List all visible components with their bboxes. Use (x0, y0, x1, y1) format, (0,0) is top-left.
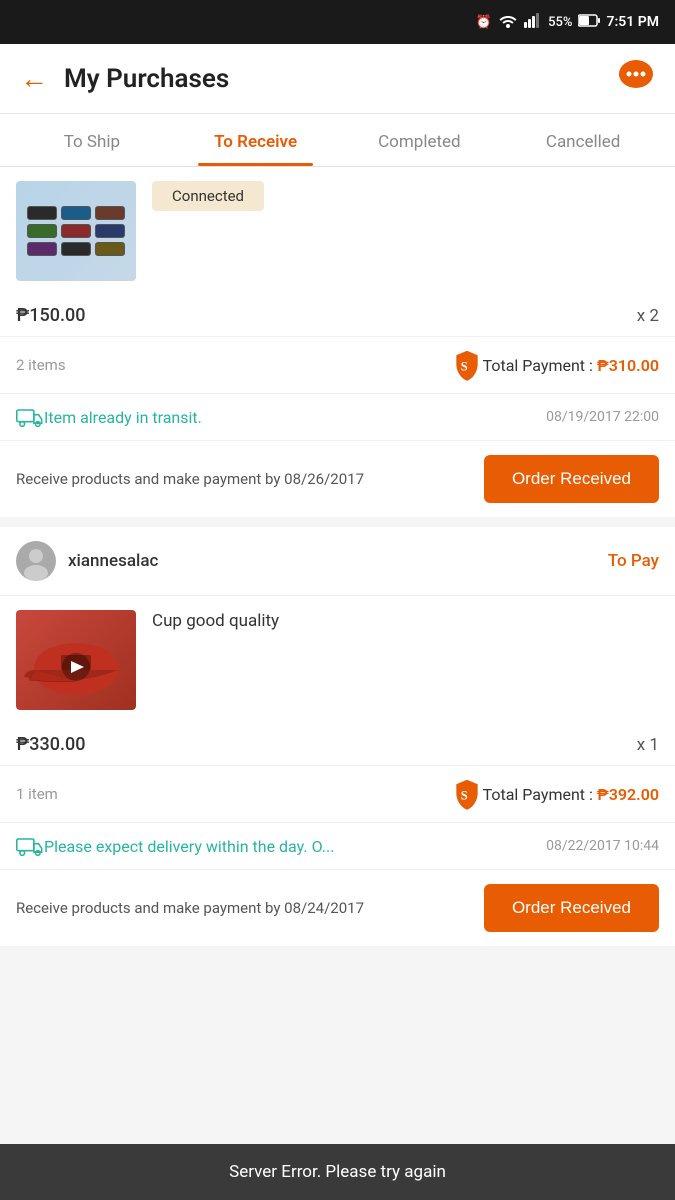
product-row-2: Cup good quality (0, 596, 675, 724)
svg-text:S: S (460, 788, 467, 802)
seller-name-2: xiannesalac (68, 551, 608, 571)
transit-date-2: 08/22/2017 10:44 (546, 838, 659, 854)
transit-text-2: Please expect delivery within the day. O… (44, 837, 546, 856)
tab-cancelled[interactable]: Cancelled (501, 114, 665, 166)
price-row-2: ₱330.00 x 1 (0, 724, 675, 765)
chat-button[interactable] (617, 58, 655, 100)
shopee-shield-1: S (451, 349, 483, 381)
price-row-1: ₱150.00 x 2 (0, 295, 675, 336)
total-payment-1: Total Payment : ₱310.00 (483, 356, 659, 375)
status-bar: ⏰ 55% 7:51 PM (0, 0, 675, 44)
total-payment-2: Total Payment : ₱392.00 (483, 785, 659, 804)
order-received-button-2[interactable]: Order Received (484, 884, 659, 932)
product-qty-1: x 2 (637, 306, 659, 326)
action-row-1: Receive products and make payment by 08/… (0, 440, 675, 517)
product-info-2: Cup good quality (152, 610, 659, 634)
transit-date-1: 08/19/2017 22:00 (546, 409, 659, 425)
truck-icon-1 (16, 406, 44, 428)
order-summary-1: 2 items S Total Payment : ₱310.00 (0, 336, 675, 393)
order-card-2: xiannesalac To Pay Cup good quality ₱330… (0, 527, 675, 946)
tab-to-receive[interactable]: To Receive (174, 114, 338, 166)
product-price-1: ₱150.00 (16, 305, 85, 326)
product-info-1: Connected (152, 181, 659, 221)
header: ← My Purchases (0, 44, 675, 114)
tab-completed[interactable]: Completed (338, 114, 502, 166)
product-image-1 (16, 181, 136, 281)
svg-text:S: S (460, 359, 467, 373)
order-received-button-1[interactable]: Order Received (484, 455, 659, 503)
battery-icon (578, 14, 600, 31)
items-count-1: 2 items (16, 356, 451, 374)
product-image-2 (16, 610, 136, 710)
truck-icon-2 (16, 835, 44, 857)
battery-percent: 55% (548, 15, 572, 30)
items-count-2: 1 item (16, 785, 451, 803)
back-button[interactable]: ← (20, 62, 48, 95)
tab-to-ship[interactable]: To Ship (10, 114, 174, 166)
product-name-2: Cup good quality (152, 611, 279, 631)
product-qty-2: x 1 (637, 735, 659, 755)
product-price-2: ₱330.00 (16, 734, 85, 755)
order-summary-2: 1 item S Total Payment : ₱392.00 (0, 765, 675, 822)
transit-row-1: Item already in transit. 08/19/2017 22:0… (0, 393, 675, 440)
connected-badge: Connected (152, 181, 264, 211)
error-message: Server Error. Please try again (229, 1162, 446, 1182)
transit-row-2: Please expect delivery within the day. O… (0, 822, 675, 869)
error-toast: Server Error. Please try again (0, 1144, 675, 1200)
deadline-text-2: Receive products and make payment by 08/… (16, 898, 484, 919)
seller-avatar-2 (16, 541, 56, 581)
signal-icon (524, 12, 542, 32)
page-title: My Purchases (64, 64, 617, 94)
deadline-text-1: Receive products and make payment by 08/… (16, 469, 484, 490)
shopee-shield-2: S (451, 778, 483, 810)
total-amount-2: ₱392.00 (597, 785, 659, 804)
order-status-2: To Pay (608, 551, 659, 571)
alarm-icon: ⏰ (476, 15, 492, 30)
wifi-icon (498, 12, 518, 32)
order-header-2: xiannesalac To Pay (0, 527, 675, 596)
time: 7:51 PM (606, 14, 659, 30)
transit-text-1: Item already in transit. (44, 408, 546, 427)
tab-bar: To Ship To Receive Completed Cancelled (0, 114, 675, 167)
product-row-1: Connected (0, 167, 675, 295)
order-card-1: Connected ₱150.00 x 2 2 items S Total Pa… (0, 167, 675, 517)
action-row-2: Receive products and make payment by 08/… (0, 869, 675, 946)
total-amount-1: ₱310.00 (597, 356, 659, 375)
